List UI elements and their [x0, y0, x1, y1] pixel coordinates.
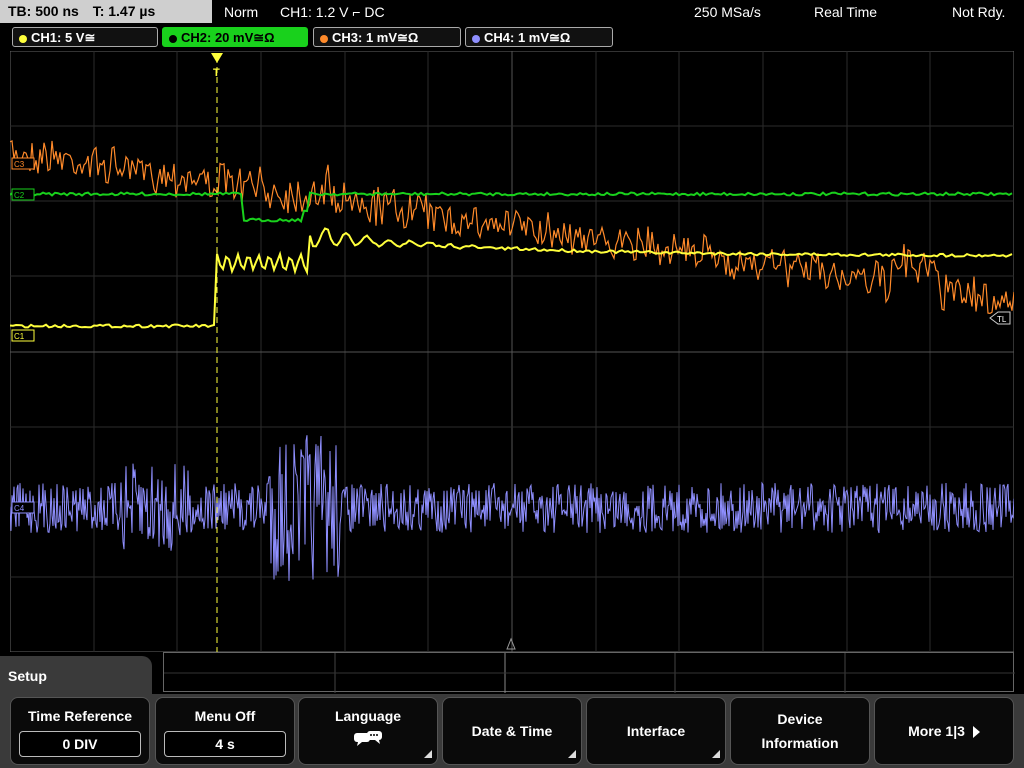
channel-bar: CH1: 5 V≅ CH2: 20 mV≅Ω CH3: 1 mV≅Ω CH4: … — [0, 26, 1024, 48]
softkey-bar: Time Reference 0 DIV Menu Off 4 s Langua… — [0, 694, 1024, 768]
device-information-label-2: Information — [761, 735, 839, 751]
channel-4-button[interactable]: CH4: 1 mV≅Ω — [465, 27, 613, 47]
language-submenu-indicator — [424, 750, 432, 758]
waveform-display[interactable]: T TL C3 C2 C1 C4 — [10, 51, 1014, 652]
channel-2-button[interactable]: CH2: 20 mV≅Ω — [162, 27, 308, 47]
device-information-softkey[interactable]: Device Information — [730, 697, 870, 765]
sub-display — [163, 652, 1015, 693]
time-reference-softkey[interactable]: Time Reference 0 DIV — [10, 697, 150, 765]
channel-1-button[interactable]: CH1: 5 V≅ — [12, 27, 158, 47]
channel-4-label: CH4: 1 mV≅Ω — [484, 30, 571, 45]
timebase-box[interactable]: TB: 500 ns T: 1.47 µs — [0, 0, 212, 23]
more-label: More 1|3 — [908, 723, 965, 739]
next-page-icon — [972, 726, 980, 739]
channel-4-offset-marker[interactable]: C4 — [11, 501, 35, 514]
channel-3-dot — [320, 34, 328, 43]
speech-bubbles-icon — [354, 731, 382, 746]
channel-2-dot — [169, 34, 177, 43]
more-softkey[interactable]: More 1|3 — [874, 697, 1014, 765]
date-time-softkey[interactable]: Date & Time — [442, 697, 582, 765]
channel-1-offset-marker[interactable]: C1 — [11, 329, 35, 342]
channel-3-button[interactable]: CH3: 1 mV≅Ω — [313, 27, 461, 47]
menu-off-value: 4 s — [164, 731, 286, 757]
c4-marker-label: C4 — [14, 504, 25, 513]
time-reference-label: Time Reference — [27, 708, 132, 724]
channel-2-offset-marker[interactable]: C2 — [11, 188, 35, 201]
trigger-mode[interactable]: Norm — [224, 0, 258, 24]
channel-3-label: CH3: 1 mV≅Ω — [332, 30, 419, 45]
date-time-submenu-indicator — [568, 750, 576, 758]
channel-1-dot — [19, 34, 27, 43]
c2-marker-label: C2 — [14, 191, 25, 200]
language-softkey[interactable]: Language — [298, 697, 438, 765]
channel-4-dot — [472, 34, 480, 43]
sub-display-grid — [164, 653, 1015, 693]
date-time-label: Date & Time — [471, 723, 553, 739]
trigger-position-label: T — [213, 67, 220, 79]
menu-title: Setup — [0, 656, 152, 694]
channel-3-offset-marker[interactable]: C3 — [11, 157, 35, 170]
interface-label: Interface — [626, 723, 686, 739]
interface-softkey[interactable]: Interface — [586, 697, 726, 765]
time-reference-value: 0 DIV — [19, 731, 141, 757]
language-label: Language — [334, 708, 402, 724]
menu-off-label: Menu Off — [194, 708, 256, 724]
interface-submenu-indicator — [712, 750, 720, 758]
channel-1-label: CH1: 5 V≅ — [31, 30, 96, 45]
timebase-value: TB: 500 ns — [8, 3, 79, 19]
trigger-source[interactable]: CH1: 1.2 V ⌐ DC — [280, 0, 385, 24]
device-information-label-1: Device — [777, 711, 823, 727]
acquisition-status: Not Rdy. — [952, 4, 1006, 20]
channel-2-label: CH2: 20 mV≅Ω — [181, 30, 275, 45]
status-bar: TB: 500 ns T: 1.47 µs Norm CH1: 1.2 V ⌐ … — [0, 0, 1024, 24]
c1-marker-label: C1 — [14, 332, 25, 341]
sample-rate: 250 MSa/s — [694, 4, 761, 20]
c3-marker-label: C3 — [14, 160, 25, 169]
trigger-time-value: T: 1.47 µs — [92, 3, 156, 19]
menu-off-softkey[interactable]: Menu Off 4 s — [155, 697, 295, 765]
trigger-level-label: TL — [997, 315, 1007, 324]
acquisition-mode: Real Time — [814, 4, 878, 20]
